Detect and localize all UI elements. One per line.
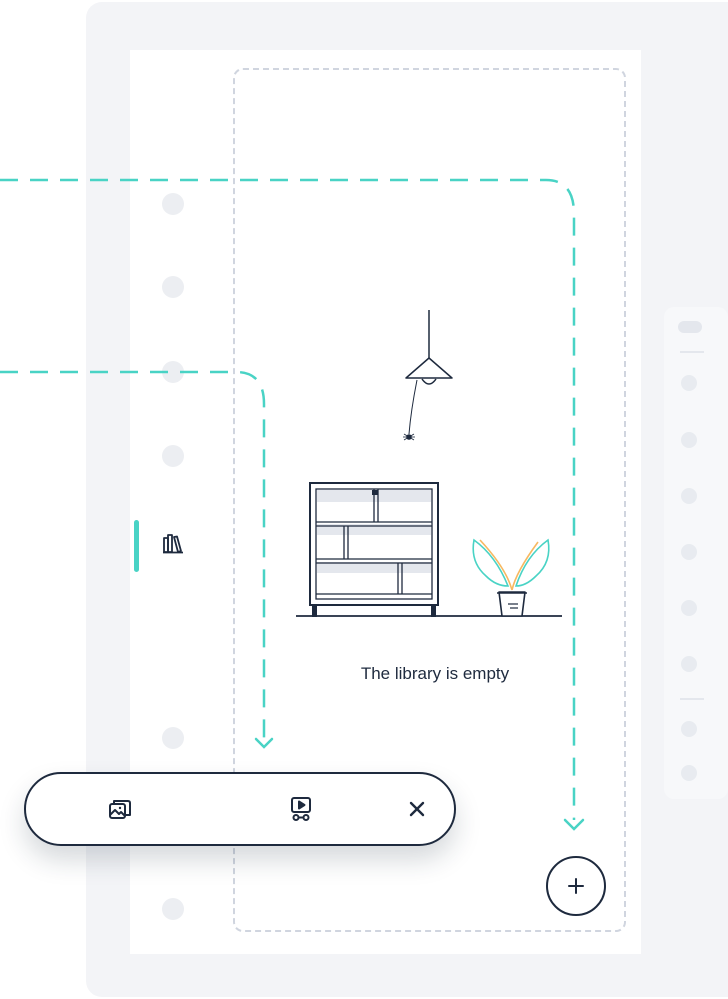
rail-item[interactable] xyxy=(681,765,697,781)
add-video-button[interactable] xyxy=(282,790,320,828)
image-gallery-icon xyxy=(109,800,131,819)
rail-item[interactable] xyxy=(681,375,697,391)
nav-item-placeholder[interactable] xyxy=(162,361,184,383)
rail-divider xyxy=(680,351,704,353)
plus-icon xyxy=(568,878,584,894)
rail-item[interactable] xyxy=(681,600,697,616)
nav-item-placeholder[interactable] xyxy=(162,276,184,298)
rail-item[interactable] xyxy=(681,544,697,560)
close-toolbar-button[interactable] xyxy=(398,790,436,828)
nav-item-placeholder[interactable] xyxy=(162,898,184,920)
add-images-button[interactable] xyxy=(102,790,140,828)
video-player-icon xyxy=(291,797,311,821)
empty-state-message: The library is empty xyxy=(360,664,510,683)
rail-item[interactable] xyxy=(681,721,697,737)
nav-item-placeholder[interactable] xyxy=(162,727,184,749)
rail-header-pill xyxy=(678,321,702,333)
active-nav-indicator xyxy=(134,520,139,572)
rail-divider xyxy=(680,698,704,700)
empty-library-illustration xyxy=(296,310,562,617)
close-icon xyxy=(409,801,425,817)
rail-item[interactable] xyxy=(681,488,697,504)
rail-item[interactable] xyxy=(681,656,697,672)
media-toolbar xyxy=(24,772,456,846)
add-item-button[interactable] xyxy=(546,856,606,916)
rail-item[interactable] xyxy=(681,432,697,448)
nav-item-placeholder[interactable] xyxy=(162,193,184,215)
nav-item-placeholder[interactable] xyxy=(162,445,184,467)
library-books-icon[interactable] xyxy=(162,532,184,554)
